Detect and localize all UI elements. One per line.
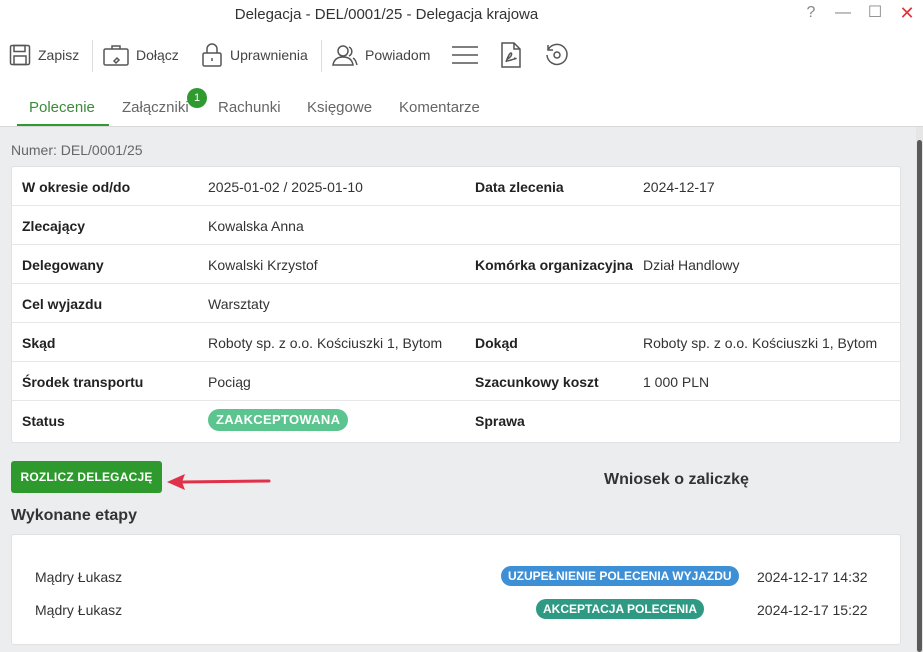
- details-row: Zlecający Kowalska Anna: [12, 206, 900, 245]
- details-row: Środek transportu Pociąg Szacunkowy kosz…: [12, 362, 900, 401]
- stage-person: Mądry Łukasz: [35, 602, 123, 618]
- tab-bar: Polecenie Załączniki Rachunki Księgowe K…: [0, 80, 923, 127]
- field-label: Skąd: [22, 335, 56, 351]
- tab-komentarze[interactable]: Komentarze: [399, 99, 480, 116]
- field-value: 1 000 PLN: [643, 374, 710, 390]
- permissions-label: Uprawnienia: [230, 47, 308, 63]
- stages-card: Mądry Łukasz UZUPEŁNIENIE POLECENIA WYJA…: [11, 534, 901, 645]
- stage-person: Mądry Łukasz: [35, 569, 123, 585]
- field-value: Kowalska Anna: [208, 218, 304, 234]
- field-label: Środek transportu: [22, 374, 144, 390]
- close-button[interactable]: ✕: [895, 2, 919, 24]
- field-label: Status: [22, 413, 65, 429]
- pdf-button[interactable]: [500, 40, 528, 70]
- list-item: Mądry Łukasz UZUPEŁNIENIE POLECENIA WYJA…: [12, 563, 900, 593]
- title-bar: Delegacja - DEL/0001/25 - Delegacja kraj…: [0, 0, 923, 30]
- history-button[interactable]: [544, 40, 576, 70]
- details-row: W okresie od/do 2025-01-02 / 2025-01-10 …: [12, 167, 900, 206]
- field-label: Zlecający: [22, 218, 86, 234]
- users-icon: [332, 45, 358, 66]
- history-icon: [546, 43, 568, 66]
- status-badge: ZAAKCEPTOWANA: [208, 409, 349, 431]
- settle-delegation-button[interactable]: ROZLICZ DELEGACJĘ: [11, 461, 162, 493]
- maximize-button[interactable]: ☐: [863, 2, 887, 24]
- field-value: 2024-12-17: [643, 179, 715, 195]
- toolbar-divider: [321, 40, 322, 72]
- field-value: Roboty sp. z o.o. Kościuszki 1, Bytom: [643, 335, 878, 351]
- toolbar-divider: [92, 40, 93, 72]
- document-number: Numer: DEL/0001/25: [11, 142, 143, 158]
- save-label: Zapisz: [38, 47, 80, 63]
- field-label: Cel wyjazdu: [22, 296, 103, 312]
- stage-date: 2024-12-17 15:22: [757, 602, 868, 618]
- field-label: Sprawa: [475, 413, 525, 429]
- save-icon: [9, 44, 31, 66]
- pdf-icon: [501, 42, 521, 68]
- menu-button[interactable]: [451, 40, 485, 70]
- toolbar: Zapisz Dołącz Uprawnienia Powiadom: [0, 30, 923, 80]
- details-card: W okresie od/do 2025-01-02 / 2025-01-10 …: [11, 166, 901, 443]
- lock-icon: [202, 43, 222, 67]
- stage-date: 2024-12-17 14:32: [757, 569, 868, 585]
- field-label: W okresie od/do: [22, 179, 131, 195]
- details-row: Delegowany Kowalski Krzystof Komórka org…: [12, 245, 900, 284]
- help-button[interactable]: ?: [799, 2, 823, 24]
- notify-label: Powiadom: [365, 47, 431, 63]
- tab-polecenie[interactable]: Polecenie: [29, 99, 95, 116]
- field-label: Data zlecenia: [475, 179, 564, 195]
- permissions-button[interactable]: Uprawnienia: [200, 40, 308, 70]
- field-value: 2025-01-02 / 2025-01-10: [208, 179, 363, 195]
- field-label: Delegowany: [22, 257, 104, 273]
- advance-request-link[interactable]: Wniosek o zaliczkę: [604, 471, 749, 489]
- field-value: Kowalski Krzystof: [208, 257, 318, 273]
- field-value: Warsztaty: [208, 296, 270, 312]
- tab-ksiegowe[interactable]: Księgowe: [307, 99, 372, 116]
- tab-rachunki[interactable]: Rachunki: [218, 99, 281, 116]
- details-row: Status ZAAKCEPTOWANA Sprawa: [12, 401, 900, 440]
- stages-title: Wykonane etapy: [11, 507, 137, 524]
- field-value: Roboty sp. z o.o. Kościuszki 1, Bytom: [208, 335, 443, 351]
- details-row: Cel wyjazdu Warsztaty: [12, 284, 900, 323]
- save-button[interactable]: Zapisz: [8, 40, 79, 70]
- arrow-left-icon: [167, 474, 271, 490]
- field-value: Pociąg: [208, 374, 251, 390]
- notify-button[interactable]: Powiadom: [331, 40, 430, 70]
- attach-label: Dołącz: [136, 47, 179, 63]
- tab-zalaczniki[interactable]: Załączniki: [122, 99, 189, 116]
- active-tab-indicator: [17, 124, 109, 126]
- briefcase-icon: [103, 45, 129, 66]
- details-row: Skąd Roboty sp. z o.o. Kościuszki 1, Byt…: [12, 323, 900, 362]
- minimize-button[interactable]: —: [831, 2, 855, 24]
- stage-badge: UZUPEŁNIENIE POLECENIA WYJAZDU: [501, 566, 739, 586]
- field-value: Dział Handlowy: [643, 257, 740, 273]
- list-item: Mądry Łukasz AKCEPTACJA POLECENIA 2024-1…: [12, 596, 900, 626]
- window-title: Delegacja - DEL/0001/25 - Delegacja kraj…: [234, 6, 539, 23]
- scrollbar-thumb[interactable]: [917, 140, 922, 652]
- stage-badge: AKCEPTACJA POLECENIA: [536, 599, 705, 619]
- hamburger-icon: [452, 46, 478, 64]
- attachments-count-badge: 1: [187, 88, 207, 108]
- field-label: Komórka organizacyjna: [475, 257, 633, 273]
- field-label: Dokąd: [475, 335, 518, 351]
- field-label: Szacunkowy koszt: [475, 374, 599, 390]
- attach-button[interactable]: Dołącz: [102, 40, 179, 70]
